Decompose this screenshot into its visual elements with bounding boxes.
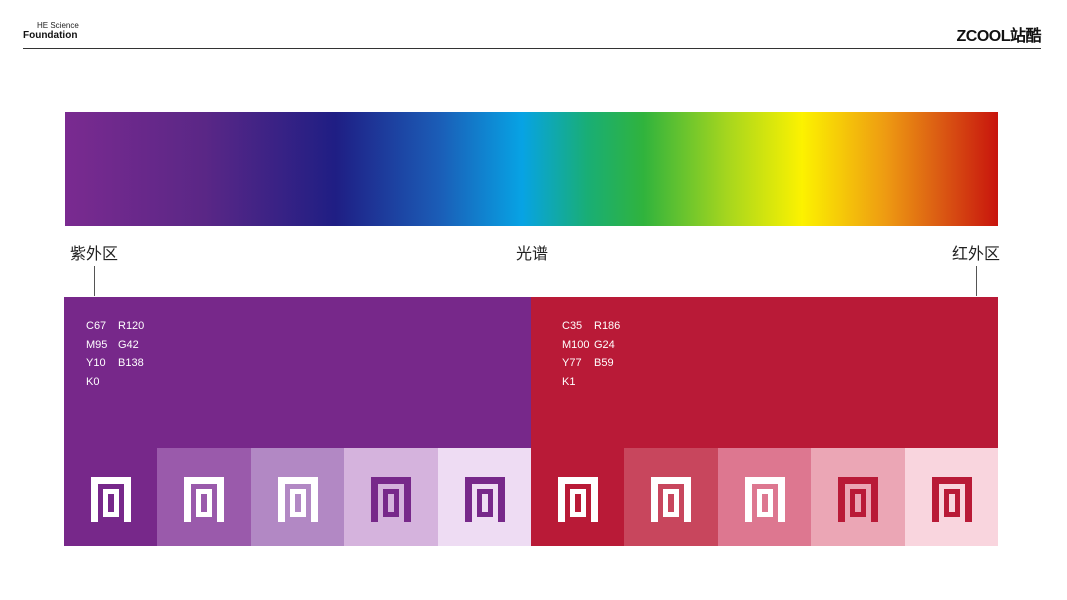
color-swatch (530, 448, 625, 546)
spec-row: Y77 B59 (562, 354, 620, 373)
foundation-mark-icon (931, 477, 972, 522)
spectrum-label: 光谱 (516, 244, 549, 263)
rgb-value: R120 (118, 320, 145, 332)
purple-color-panel: C67 R120 M95 G42 Y10 B138 K0 (64, 297, 531, 448)
color-swatch (717, 448, 812, 546)
cmyk-value: Y77 (562, 357, 582, 369)
foundation-mark-icon (651, 477, 692, 522)
spec-row: C67 R120 (86, 317, 144, 336)
color-swatch (250, 448, 345, 546)
foundation-mark-icon (838, 477, 879, 522)
cmyk-value: Y10 (86, 357, 106, 369)
spec-row: M100 G24 (562, 336, 620, 355)
cmyk-value: C35 (562, 320, 583, 332)
cmyk-value: M95 (86, 338, 108, 351)
spec-row: M95 G42 (86, 336, 144, 355)
color-swatch (811, 448, 905, 546)
foundation-mark-icon (464, 477, 505, 522)
spec-row: C35 R186 (562, 317, 620, 336)
color-swatch (904, 448, 998, 546)
foundation-mark-icon (91, 477, 131, 522)
purple-spec-list: C67 R120 M95 G42 Y10 B138 K0 (86, 317, 144, 391)
rgb-value: B59 (594, 357, 614, 369)
color-swatch (344, 448, 438, 546)
color-swatch-strip (64, 448, 998, 546)
foundation-mark-icon (744, 477, 785, 522)
spec-row: K1 (562, 373, 620, 392)
red-spec-list: C35 R186 M100 G24 Y77 B59 K1 (562, 317, 620, 391)
cmyk-value: K0 (86, 375, 100, 388)
cmyk-value: K1 (562, 375, 576, 388)
foundation-mark-icon (371, 477, 412, 522)
foundation-mark-icon (277, 477, 318, 522)
zcool-logo: ZCOOL站酷 (956, 28, 1042, 45)
brand-big-text: Foundation (23, 30, 78, 41)
color-swatch (157, 448, 251, 546)
foundation-mark-icon (184, 477, 225, 522)
ultraviolet-tick (94, 266, 95, 296)
cmyk-value: M100 (562, 338, 590, 351)
header-divider (23, 48, 1041, 49)
red-color-panel: C35 R186 M100 G24 Y77 B59 K1 (531, 297, 998, 448)
spectrum-gradient-bar (65, 112, 998, 226)
ultraviolet-label: 紫外区 (70, 244, 119, 263)
spec-row: Y10 B138 (86, 354, 144, 373)
cmyk-value: C67 (86, 320, 107, 332)
infrared-tick (976, 266, 977, 296)
rgb-value: G42 (118, 338, 139, 351)
spec-row: K0 (86, 373, 144, 392)
color-swatch (437, 448, 531, 546)
rgb-value: G24 (594, 338, 615, 351)
foundation-mark-icon (557, 477, 598, 522)
rgb-value: B138 (118, 357, 144, 369)
brand-small-text: HE Science (37, 21, 79, 30)
color-swatch (624, 448, 718, 546)
color-swatch (64, 448, 158, 546)
rgb-value: R186 (594, 320, 621, 332)
infrared-label: 红外区 (952, 244, 1001, 263)
